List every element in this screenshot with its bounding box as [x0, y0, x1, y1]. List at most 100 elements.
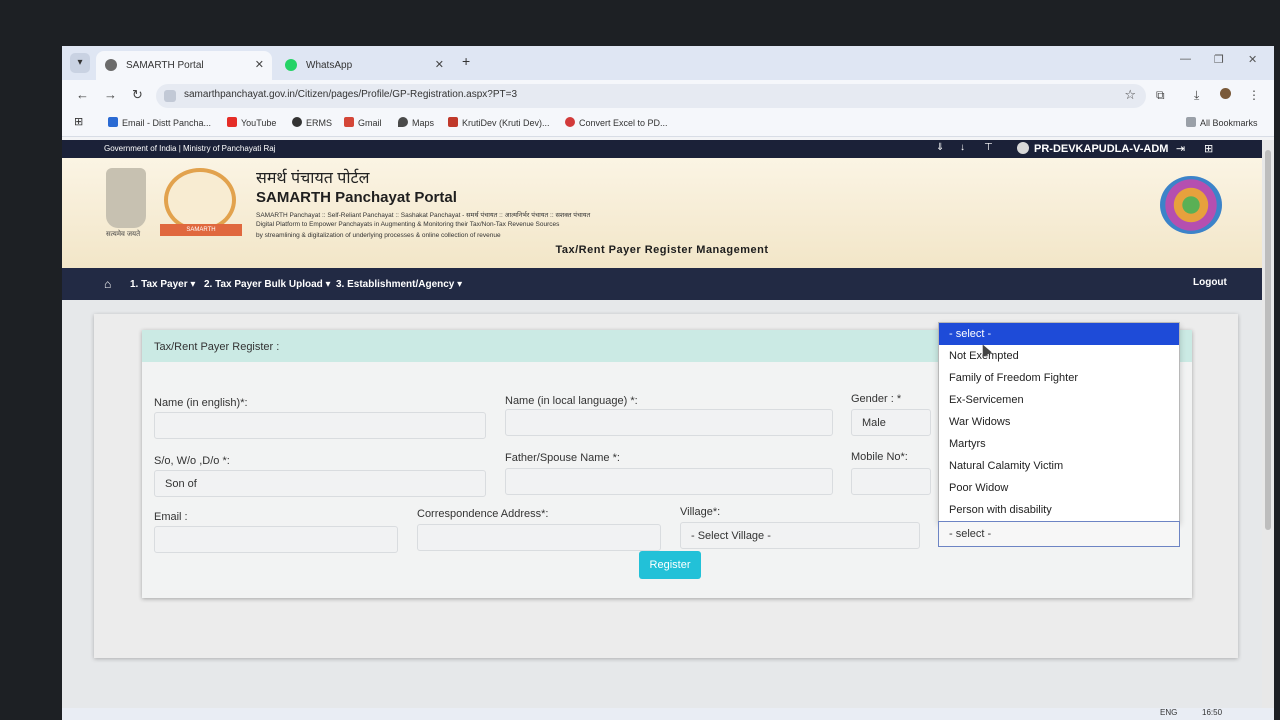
- gov-bar: Government of India | Ministry of Pancha…: [62, 140, 1262, 158]
- gmail-icon: [344, 117, 354, 127]
- krutidev-icon: [448, 117, 458, 127]
- nav-bulk-upload[interactable]: 2. Tax Payer Bulk Upload ▾: [204, 279, 331, 290]
- tagline: Digital Platform to Empower Panchayats i…: [256, 221, 560, 228]
- new-tab-button[interactable]: +: [462, 53, 470, 69]
- portal-header: सत्यमेव जयते SAMARTH समर्थ पंचायत पोर्टल…: [62, 158, 1262, 268]
- heart-icon: [565, 117, 575, 127]
- dropdown-option[interactable]: War Widows: [939, 411, 1179, 433]
- bookmarks-bar: ⊞ Email - Distt Pancha... YouTube ERMS G…: [62, 112, 1274, 137]
- home-icon[interactable]: ⌂: [104, 277, 111, 291]
- extensions-icon[interactable]: ⧉: [1156, 88, 1165, 103]
- folder-icon: [1186, 117, 1196, 127]
- dropdown-option[interactable]: Not Exempted: [939, 345, 1179, 367]
- address-input[interactable]: [417, 524, 661, 551]
- bookmark-maps[interactable]: Maps: [398, 117, 434, 128]
- lang-indicator[interactable]: ENG: [1160, 708, 1177, 717]
- user-avatar: [1017, 142, 1029, 154]
- father-name-label: Father/Spouse Name *:: [505, 452, 620, 464]
- download-icon[interactable]: ⤓: [1194, 88, 1199, 103]
- email-input[interactable]: [154, 526, 398, 553]
- url-text: samarthpanchayat.gov.in/Citizen/pages/Pr…: [184, 89, 518, 100]
- maps-icon: [398, 117, 408, 127]
- name-local-input[interactable]: [505, 409, 833, 436]
- panchayat-logo: [1160, 176, 1222, 234]
- emblem-caption: सत्यमेव जयते: [106, 231, 141, 238]
- all-bookmarks[interactable]: All Bookmarks: [1186, 117, 1258, 128]
- mail-icon: [108, 117, 118, 127]
- tab-label: WhatsApp: [306, 60, 353, 71]
- address-label: Correspondence Address*:: [417, 508, 549, 520]
- close-icon[interactable]: ✕: [255, 51, 264, 80]
- mobile-input[interactable]: [851, 468, 931, 495]
- menu-icon[interactable]: ⋮: [1248, 88, 1260, 102]
- email-label: Email :: [154, 511, 188, 523]
- seal-ribbon: SAMARTH: [160, 224, 242, 236]
- father-name-input[interactable]: [505, 468, 833, 495]
- national-emblem-logo: [106, 168, 146, 228]
- main-nav: ⌂ 1. Tax Payer ▾ 2. Tax Payer Bulk Uploa…: [62, 268, 1262, 300]
- name-english-label: Name (in english)*:: [154, 397, 248, 409]
- sign-out-icon[interactable]: ⇥: [1176, 142, 1185, 155]
- profile-avatar[interactable]: [1220, 88, 1231, 99]
- module-title: Tax/Rent Payer Register Management: [555, 244, 769, 256]
- mobile-label: Mobile No*:: [851, 451, 908, 463]
- font-decrease-icon[interactable]: ⇓: [936, 142, 944, 153]
- maximize-icon[interactable]: ❐: [1214, 53, 1224, 66]
- tab-search-button[interactable]: ▾: [70, 53, 90, 73]
- form-title: Tax/Rent Payer Register :: [154, 341, 280, 353]
- bookmark-email[interactable]: Email - Distt Pancha...: [108, 117, 211, 128]
- bookmark-star-icon[interactable]: ☆: [1124, 87, 1136, 103]
- dropdown-option[interactable]: Natural Calamity Victim: [939, 455, 1179, 477]
- bookmark-erms[interactable]: ERMS: [292, 117, 332, 128]
- dropdown-option[interactable]: Martyrs: [939, 433, 1179, 455]
- bookmark-convert-excel[interactable]: Convert Excel to PD...: [565, 117, 668, 128]
- back-icon[interactable]: ←: [76, 87, 89, 102]
- emblem-favicon-icon: [105, 59, 117, 71]
- screen: ▾ SAMARTH Portal ✕ WhatsApp ✕ + — ❐ ✕ ← …: [62, 46, 1274, 720]
- dropdown-option[interactable]: - select -: [939, 323, 1179, 345]
- gov-label: Government of India | Ministry of Pancha…: [104, 144, 276, 153]
- grid-icon[interactable]: ⊞: [1204, 142, 1213, 155]
- dropdown-option[interactable]: Ex-Servicemen: [939, 389, 1179, 411]
- relation-select[interactable]: Son of: [154, 470, 486, 497]
- close-window-icon[interactable]: ✕: [1248, 53, 1257, 66]
- village-select[interactable]: - Select Village -: [680, 522, 920, 549]
- logout-link[interactable]: Logout: [1193, 277, 1227, 288]
- forward-icon[interactable]: →: [104, 87, 117, 102]
- scrollbar-thumb[interactable]: [1265, 150, 1271, 530]
- bookmark-gmail[interactable]: Gmail: [344, 117, 382, 128]
- skip-down-icon[interactable]: ↓: [960, 142, 965, 153]
- bookmark-krutidev[interactable]: KrutiDev (Kruti Dev)...: [448, 117, 550, 128]
- gender-label: Gender : *: [851, 393, 902, 405]
- sitemap-icon[interactable]: ⊤: [984, 142, 993, 153]
- gender-select[interactable]: Male: [851, 409, 931, 436]
- youtube-icon: [227, 117, 237, 127]
- clock-time[interactable]: 16:50: [1202, 708, 1222, 717]
- category-select[interactable]: - select -: [938, 521, 1180, 547]
- nav-tax-payer[interactable]: 1. Tax Payer ▾: [130, 279, 195, 290]
- address-bar[interactable]: samarthpanchayat.gov.in/Citizen/pages/Pr…: [156, 84, 1146, 108]
- samarth-seal-logo: [164, 168, 236, 232]
- tab-samarth[interactable]: SAMARTH Portal ✕: [96, 51, 272, 80]
- register-button[interactable]: Register: [639, 551, 701, 579]
- page-scrollbar[interactable]: [1262, 140, 1274, 720]
- category-dropdown-list[interactable]: - select - Not Exempted Family of Freedo…: [938, 322, 1180, 522]
- taskbar: ENG 16:50: [62, 708, 1274, 720]
- village-label: Village*:: [680, 506, 721, 518]
- apps-grid-icon[interactable]: ⊞: [74, 115, 83, 128]
- dropdown-option[interactable]: Poor Widow: [939, 477, 1179, 499]
- tab-whatsapp[interactable]: WhatsApp ✕: [276, 51, 452, 80]
- name-local-label: Name (in local language) *:: [505, 395, 638, 407]
- name-english-input[interactable]: [154, 412, 486, 439]
- bookmark-youtube[interactable]: YouTube: [227, 117, 276, 128]
- globe-icon: [292, 117, 302, 127]
- dropdown-option[interactable]: Person with disability: [939, 499, 1179, 521]
- nav-establishment[interactable]: 3. Establishment/Agency ▾: [336, 279, 462, 290]
- reload-icon[interactable]: ↻: [132, 87, 143, 103]
- close-icon[interactable]: ✕: [435, 51, 444, 80]
- minimize-icon[interactable]: —: [1180, 53, 1191, 65]
- relation-label: S/o, W/o ,D/o *:: [154, 455, 230, 467]
- site-info-icon[interactable]: [164, 90, 176, 102]
- portal-title: SAMARTH Panchayat Portal: [256, 189, 457, 206]
- dropdown-option[interactable]: Family of Freedom Fighter: [939, 367, 1179, 389]
